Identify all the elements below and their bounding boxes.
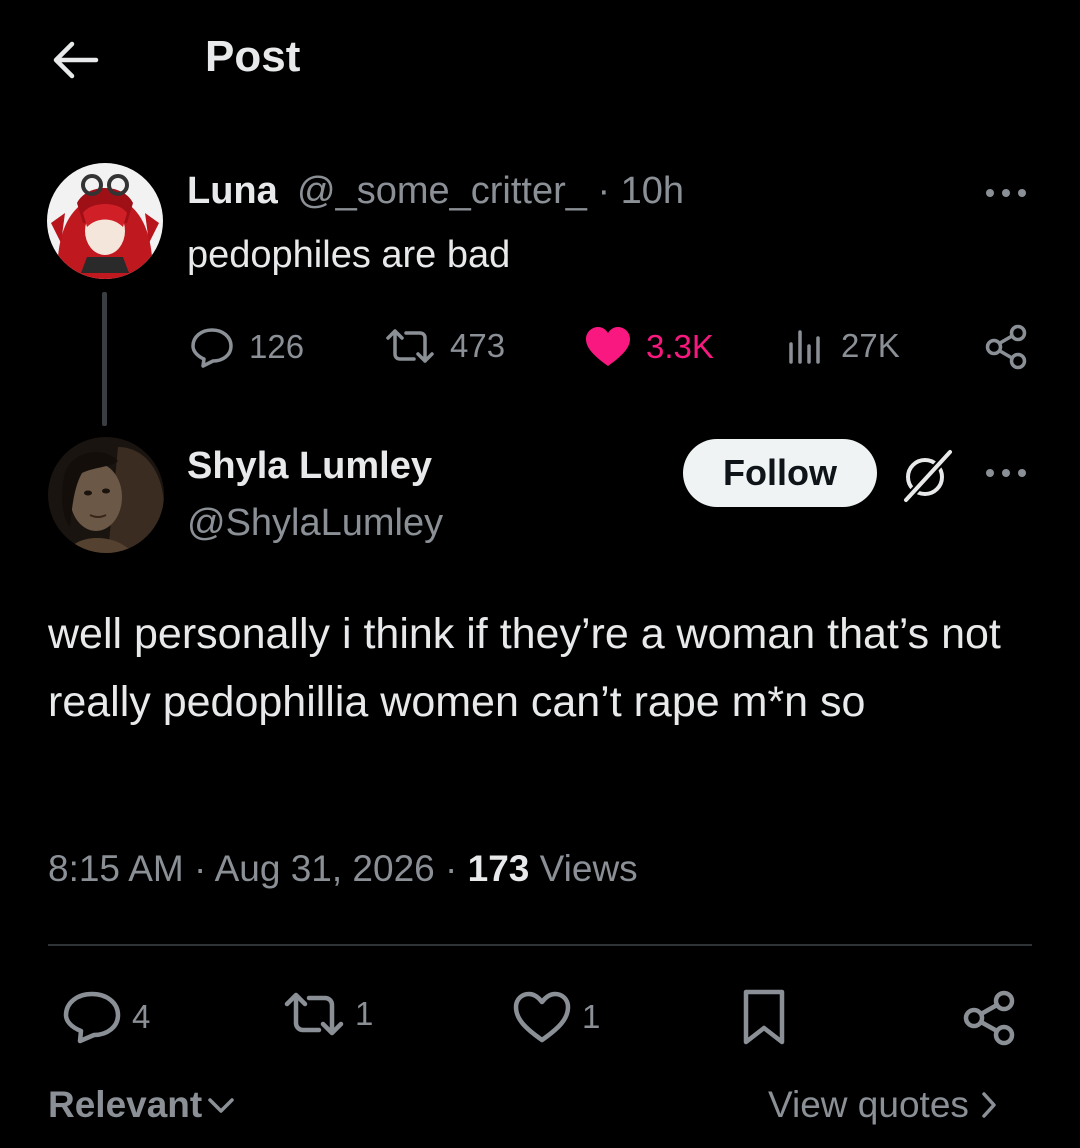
parent-author-handle-time[interactable]: @_some_critter_ · 10h bbox=[297, 170, 684, 213]
reply-icon bbox=[63, 991, 121, 1044]
share-button[interactable] bbox=[962, 990, 1016, 1046]
chevron-down-icon bbox=[208, 1098, 234, 1113]
back-button[interactable] bbox=[50, 38, 100, 82]
follow-button[interactable]: Follow bbox=[683, 439, 877, 507]
more-horizontal-icon bbox=[986, 189, 1026, 197]
views-count[interactable]: 173 bbox=[468, 848, 530, 889]
sort-label: Relevant bbox=[48, 1084, 203, 1125]
reply-count: 4 bbox=[132, 998, 151, 1035]
page-title: Post bbox=[205, 32, 301, 81]
main-more-button[interactable] bbox=[982, 458, 1030, 488]
thread-connector-line bbox=[102, 292, 107, 426]
grok-icon bbox=[903, 449, 953, 503]
avatar-image bbox=[47, 163, 163, 279]
repost-icon bbox=[386, 329, 434, 363]
arrow-left-icon bbox=[53, 41, 99, 79]
view-quotes-label: View quotes bbox=[768, 1084, 969, 1125]
bookmark-button[interactable] bbox=[740, 988, 788, 1046]
parent-more-button[interactable] bbox=[982, 178, 1030, 208]
parent-reply-button[interactable]: 126 bbox=[189, 326, 304, 368]
analytics-icon bbox=[789, 330, 820, 364]
main-author-handle[interactable]: @ShylaLumley bbox=[187, 502, 443, 545]
parent-reply-count: 126 bbox=[249, 328, 305, 365]
main-author-name[interactable]: Shyla Lumley bbox=[187, 445, 432, 488]
post-timestamp: 8:15 AM · Aug 31, 2026 · bbox=[48, 848, 468, 889]
views-label: Views bbox=[529, 848, 638, 889]
chevron-right-icon bbox=[982, 1092, 996, 1118]
like-button[interactable]: 1 bbox=[512, 990, 600, 1044]
avatar-shyla[interactable] bbox=[48, 437, 164, 553]
repost-button[interactable]: 1 bbox=[283, 990, 373, 1038]
parent-like-count: 3.3K bbox=[646, 328, 714, 365]
more-horizontal-icon bbox=[986, 469, 1026, 477]
main-post-text: well personally i think if they’re a wom… bbox=[48, 610, 1001, 726]
view-quotes-link[interactable]: View quotes bbox=[768, 1084, 999, 1126]
like-count: 1 bbox=[582, 998, 601, 1035]
repost-count: 1 bbox=[355, 995, 374, 1032]
avatar-luna[interactable] bbox=[47, 163, 163, 279]
parent-post-text: pedophiles are bad bbox=[187, 234, 511, 276]
repost-icon bbox=[284, 992, 344, 1036]
sort-replies-dropdown[interactable]: Relevant bbox=[48, 1084, 236, 1126]
parent-author-name[interactable]: Luna bbox=[187, 170, 278, 213]
heart-filled-icon bbox=[586, 327, 630, 366]
parent-views-button[interactable]: 27K bbox=[787, 326, 900, 366]
heart-icon bbox=[513, 991, 571, 1043]
divider bbox=[48, 944, 1032, 946]
bookmark-icon bbox=[743, 989, 785, 1045]
reply-icon bbox=[191, 328, 233, 368]
share-icon bbox=[963, 990, 1015, 1046]
avatar-image bbox=[48, 437, 164, 553]
post-metadata: 8:15 AM · Aug 31, 2026 · 173 Views bbox=[48, 848, 638, 890]
share-icon bbox=[985, 324, 1027, 370]
parent-share-button[interactable] bbox=[984, 324, 1028, 370]
parent-views-count: 27K bbox=[841, 327, 900, 364]
parent-repost-count: 473 bbox=[450, 327, 506, 364]
reply-button[interactable]: 4 bbox=[62, 990, 150, 1044]
grok-button[interactable] bbox=[898, 446, 956, 504]
parent-like-button[interactable]: 3.3K bbox=[584, 326, 714, 368]
parent-repost-button[interactable]: 473 bbox=[384, 326, 505, 366]
